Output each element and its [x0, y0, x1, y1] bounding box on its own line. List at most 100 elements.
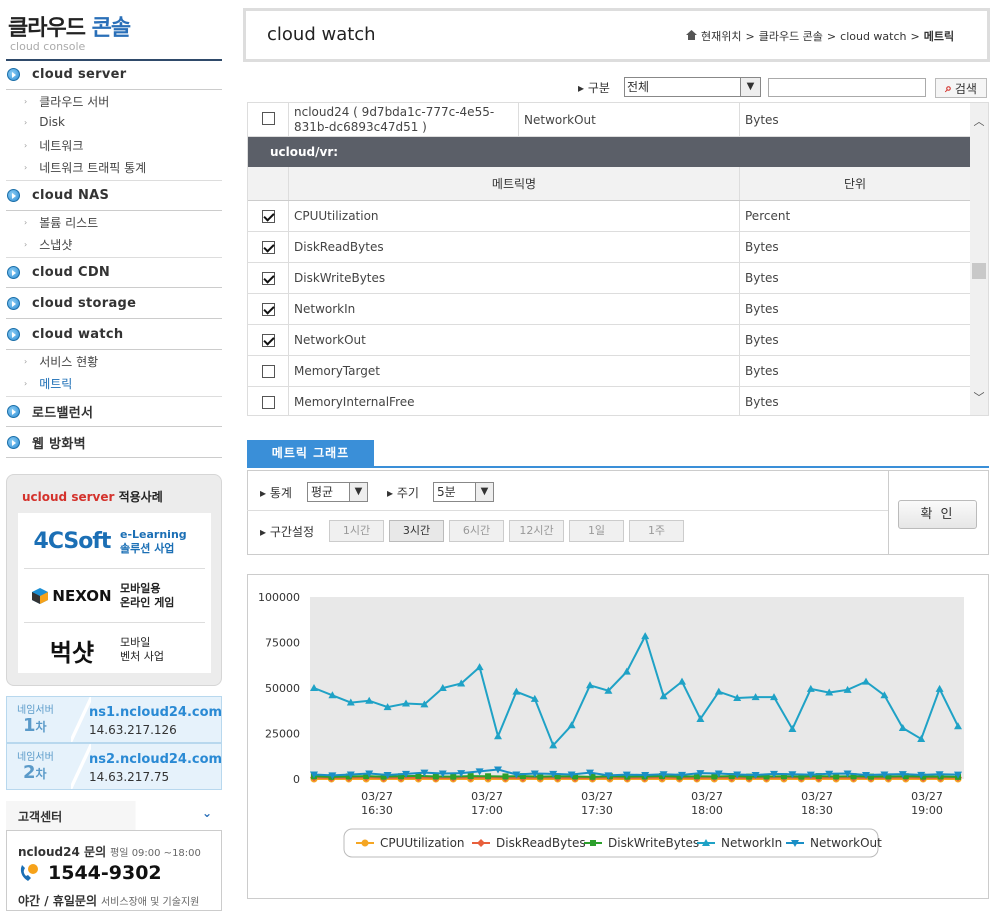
range-button[interactable]: 3시간	[389, 520, 444, 542]
caret-right-icon: ›	[24, 141, 28, 150]
group-title-bar: ucloud/vr:	[248, 137, 970, 167]
console-logo[interactable]: 클라우드 콘솔	[8, 10, 131, 42]
series-line-DiskWriteBytes	[313, 774, 959, 778]
breadcrumb-item[interactable]: 클라우드 콘솔	[759, 28, 823, 44]
breadcrumb-item[interactable]: cloud watch	[840, 30, 906, 43]
sidebar-subitem[interactable]: › 클라우드 서버	[24, 93, 109, 110]
filter-label: ▸ 구분	[578, 81, 610, 95]
row-checkbox[interactable]	[262, 365, 275, 378]
sidebar-subitem-label: 네트워크 트래픽 통계	[39, 161, 147, 175]
metric-table: ncloud24 ( 9d7bda1c-777c-4e55-831b-dc689…	[247, 102, 989, 416]
home-icon[interactable]	[686, 29, 697, 43]
4csoft-logo: 4CSoft	[33, 529, 112, 554]
sidebar-item-cloud-server[interactable]: cloud server	[6, 60, 222, 90]
nameserver-ip: 14.63.217.126	[89, 723, 177, 737]
arrow-circle-icon	[7, 436, 20, 449]
table-row: NetworkIn Bytes	[248, 294, 970, 325]
search-input[interactable]	[768, 78, 926, 97]
sidebar-item-cloud-nas[interactable]: cloud NAS	[6, 181, 222, 211]
tab-metric-graph[interactable]: 메트릭 그래프	[247, 440, 374, 467]
sidebar-subitem[interactable]: › 서비스 현황	[24, 353, 98, 370]
search-button[interactable]: ⌕ 검색	[935, 78, 987, 98]
sidebar-item-cloud-watch[interactable]: cloud watch	[6, 320, 222, 350]
caret-right-icon: ›	[24, 97, 28, 106]
data-point-DiskWriteBytes	[432, 773, 439, 780]
row-checkbox[interactable]	[262, 272, 275, 285]
table-row: DiskWriteBytes Bytes	[248, 263, 970, 294]
x-tick-date: 03/27	[801, 790, 833, 803]
sidebar-subitem[interactable]: › 네트워크	[24, 137, 83, 154]
row-checkbox[interactable]	[262, 241, 275, 254]
metric-unit: Bytes	[739, 325, 970, 355]
arrow-circle-icon	[7, 328, 20, 341]
sidebar-subitem[interactable]: › 네트워크 트래픽 통계	[24, 159, 146, 176]
metric-unit: Percent	[739, 201, 970, 231]
sidebar-item-cloud-storage[interactable]: cloud storage	[6, 289, 222, 319]
sidebar-subitem[interactable]: › 볼륨 리스트	[24, 214, 98, 231]
sidebar-item-label: cloud storage	[32, 296, 137, 311]
sidebar-item-로드밸런서[interactable]: 로드밸런서	[6, 397, 222, 427]
range-label: ▸ 구간설정	[260, 525, 315, 539]
chevron-down-icon: ▼	[349, 483, 367, 501]
sidebar-item-웹-방화벽[interactable]: 웹 방화벽	[6, 428, 222, 458]
row-checkbox[interactable]	[262, 303, 275, 316]
x-tick-time: 17:30	[581, 804, 613, 817]
metric-chart-svg: 100000750005000025000003/2716:3003/2717:…	[258, 591, 964, 858]
arrow-circle-icon	[7, 68, 20, 81]
inquiry-line: ncloud24 문의 평일 09:00 ~18:00	[18, 845, 201, 859]
y-tick-label: 100000	[258, 591, 300, 604]
logo-text: 클라우드	[8, 16, 86, 41]
x-tick-time: 18:30	[801, 804, 833, 817]
sidebar-subitem[interactable]: › 스냅샷	[24, 236, 72, 253]
sidebar-item-label: cloud server	[32, 67, 127, 82]
metric-unit: Bytes	[739, 387, 970, 415]
sidebar-item-label: cloud NAS	[32, 188, 110, 203]
nameserver-host: ns2.ncloud24.com	[89, 752, 223, 767]
chevron-down-icon: ▼	[740, 78, 760, 96]
sidebar-item-label: cloud CDN	[32, 265, 111, 280]
scroll-down-icon[interactable]: ﹀	[970, 389, 988, 407]
case-item-4csoft[interactable]: 4CSoft e-Learning 솔루션 사업	[24, 515, 205, 569]
controls-divider	[888, 470, 889, 555]
sidebar-item-cloud-cdn[interactable]: cloud CDN	[6, 258, 222, 288]
chevron-down-icon: ▼	[475, 483, 493, 501]
period-select[interactable]: 5분 ▼	[433, 482, 494, 502]
case-item-nexon[interactable]: NEXON 모바일용 온라인 게임	[24, 569, 205, 623]
scroll-thumb[interactable]	[972, 263, 986, 279]
table-row: MemoryInternalFree Bytes	[248, 387, 970, 415]
table-row: MemoryTarget Bytes	[248, 356, 970, 387]
caret-right-icon: ›	[24, 218, 28, 227]
case-item-buckshot[interactable]: 벅샷 모바일 벤처 사업	[24, 623, 205, 677]
metric-name: DiskReadBytes	[288, 232, 739, 262]
breadcrumb-separator: >	[910, 29, 920, 43]
chevron-down-icon[interactable]: ⌄	[202, 806, 212, 820]
row-checkbox[interactable]	[262, 210, 275, 223]
night-inquiry-line: 야간 / 휴일문의 서비스장애 및 기술지원	[18, 894, 200, 908]
legend-label: DiskReadBytes	[496, 836, 586, 850]
range-button[interactable]: 1시간	[329, 520, 384, 542]
sidebar-subitem-label: 볼륨 리스트	[39, 216, 99, 230]
range-button[interactable]: 12시간	[509, 520, 564, 542]
table-header: 메트릭명 단위	[248, 167, 970, 201]
row-checkbox[interactable]	[262, 112, 275, 125]
table-scrollbar[interactable]: ︿ ﹀	[970, 103, 988, 415]
breadcrumb-current: 메트릭	[923, 30, 955, 43]
row-checkbox[interactable]	[262, 334, 275, 347]
legend-label: DiskWriteBytes	[608, 836, 699, 850]
sidebar-item-label: 웹 방화벽	[32, 437, 86, 452]
scroll-up-icon[interactable]: ︿	[970, 113, 988, 131]
sidebar-subitem[interactable]: › Disk	[24, 115, 65, 129]
data-point-DiskWriteBytes	[502, 773, 509, 780]
category-select[interactable]: 전체 ▼	[624, 77, 761, 97]
row-checkbox[interactable]	[262, 396, 275, 409]
range-button[interactable]: 1일	[569, 520, 624, 542]
range-button[interactable]: 6시간	[449, 520, 504, 542]
range-button[interactable]: 1주	[629, 520, 684, 542]
arrow-circle-icon	[7, 297, 20, 310]
column-header-unit: 단위	[739, 167, 970, 200]
y-tick-label: 25000	[265, 728, 300, 741]
legend-label: NetworkIn	[721, 836, 782, 850]
sidebar-subitem[interactable]: › 메트릭	[24, 375, 72, 392]
confirm-button[interactable]: 확 인	[898, 500, 977, 529]
stat-select[interactable]: 평균 ▼	[307, 482, 368, 502]
